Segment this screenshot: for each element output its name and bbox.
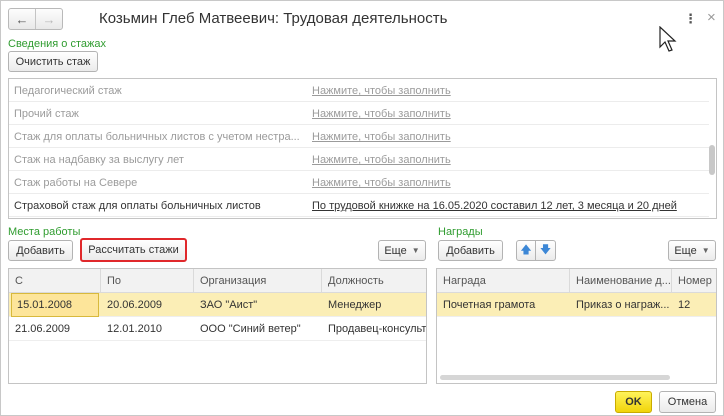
awards-table: Награда Наименование д... Номер Почетная… <box>436 268 717 384</box>
move-up-icon[interactable]: 🡅 <box>516 240 536 261</box>
more-label: Еще <box>674 244 697 257</box>
more-menu-icon[interactable]: ⋮ <box>684 11 697 27</box>
dropdown-caret-icon: ▼ <box>411 246 420 255</box>
cell-document-name[interactable]: Приказ о награж... <box>570 293 672 317</box>
cancel-button[interactable]: Отмена <box>659 391 716 413</box>
cell-from[interactable]: 15.01.2008 <box>11 293 99 317</box>
stazh-row[interactable]: Страховой стаж для оплаты больничных лис… <box>9 194 709 217</box>
stazh-row[interactable]: Педагогический стаж Нажмите, чтобы запол… <box>9 79 709 102</box>
stazh-row[interactable]: Стаж на надбавку за выслугу лет Нажмите,… <box>9 148 709 171</box>
cell-to[interactable]: 12.01.2010 <box>101 317 194 341</box>
work-places-header: С По Организация Должность <box>9 269 426 293</box>
stazh-row[interactable]: Прочий стаж Нажмите, чтобы заполнить <box>9 102 709 125</box>
cell-award[interactable]: Почетная грамота <box>437 293 570 317</box>
mouse-cursor-icon <box>659 26 677 52</box>
stazh-row-label: Страховой стаж для оплаты больничных лис… <box>14 200 261 212</box>
stazh-section-label: Сведения о стажах <box>8 38 106 50</box>
cell-organization[interactable]: ООО "Синий ветер" <box>194 317 322 341</box>
stazh-row-link[interactable]: Нажмите, чтобы заполнить <box>312 108 451 120</box>
calculate-stazh-button[interactable]: Рассчитать стажи <box>80 238 187 262</box>
dialog-window: ← → Козьмин Глеб Матвеевич: Трудовая дея… <box>0 0 724 416</box>
nav-buttons: ← → <box>8 8 63 30</box>
clear-stazh-button[interactable]: Очистить стаж <box>8 51 98 72</box>
cell-to[interactable]: 20.06.2009 <box>101 293 194 317</box>
window-title: Козьмин Глеб Матвеевич: Трудовая деятель… <box>99 10 448 27</box>
stazh-row-label: Стаж для оплаты больничных листов с учет… <box>14 131 300 143</box>
ok-button[interactable]: OK <box>615 391 652 413</box>
cell-position[interactable]: Менеджер <box>322 293 426 317</box>
add-award-button[interactable]: Добавить <box>438 240 503 261</box>
stazh-row-link[interactable]: Нажмите, чтобы заполнить <box>312 177 451 189</box>
cell-organization[interactable]: ЗАО "Аист" <box>194 293 322 317</box>
cell-from[interactable]: 21.06.2009 <box>9 317 101 341</box>
awards-label: Награды <box>438 226 483 238</box>
table-row[interactable]: Почетная грамота Приказ о награж... 12 <box>437 293 716 317</box>
stazh-row-label: Прочий стаж <box>14 108 79 120</box>
dropdown-caret-icon: ▼ <box>701 246 710 255</box>
stazh-row-label: Педагогический стаж <box>14 85 122 97</box>
work-places-more-button[interactable]: Еще ▼ <box>378 240 426 261</box>
stazh-row-link[interactable]: Нажмите, чтобы заполнить <box>312 154 451 166</box>
stazh-row[interactable]: Стаж для оплаты больничных листов с учет… <box>9 125 709 148</box>
move-down-icon[interactable]: 🡇 <box>536 240 556 261</box>
stazh-row-link[interactable]: Нажмите, чтобы заполнить <box>312 85 451 97</box>
awards-horizontal-scrollbar[interactable] <box>438 374 716 381</box>
work-places-label: Места работы <box>8 226 81 238</box>
column-header-from[interactable]: С <box>9 269 101 293</box>
back-arrow-icon[interactable]: ← <box>9 9 35 29</box>
more-label: Еще <box>384 244 407 257</box>
table-row[interactable]: 21.06.2009 12.01.2010 ООО "Синий ветер" … <box>9 317 426 341</box>
forward-arrow-icon[interactable]: → <box>35 9 62 29</box>
column-header-number[interactable]: Номер <box>672 269 716 293</box>
awards-more-button[interactable]: Еще ▼ <box>668 240 716 261</box>
table-row[interactable]: 15.01.2008 20.06.2009 ЗАО "Аист" Менедже… <box>9 293 426 317</box>
column-header-award[interactable]: Награда <box>437 269 570 293</box>
stazh-row-label: Стаж работы на Севере <box>14 177 138 189</box>
add-work-place-button[interactable]: Добавить <box>8 240 73 261</box>
close-icon[interactable]: × <box>707 9 716 26</box>
awards-header: Награда Наименование д... Номер <box>437 269 716 293</box>
stazh-list: Педагогический стаж Нажмите, чтобы запол… <box>8 78 717 219</box>
column-header-to[interactable]: По <box>101 269 194 293</box>
work-places-table: С По Организация Должность 15.01.2008 20… <box>8 268 427 384</box>
column-header-position[interactable]: Должность <box>322 269 426 293</box>
stazh-row-link[interactable]: По трудовой книжке на 16.05.2020 состави… <box>312 200 677 212</box>
stazh-row-link[interactable]: Нажмите, чтобы заполнить <box>312 131 451 143</box>
column-header-document-name[interactable]: Наименование д... <box>570 269 672 293</box>
cell-number[interactable]: 12 <box>672 293 716 317</box>
cell-position[interactable]: Продавец-консультант <box>322 317 426 341</box>
stazh-row[interactable]: Стаж работы на Севере Нажмите, чтобы зап… <box>9 171 709 194</box>
stazh-row-label: Стаж на надбавку за выслугу лет <box>14 154 184 166</box>
stazh-list-scrollbar[interactable] <box>709 81 715 216</box>
column-header-organization[interactable]: Организация <box>194 269 322 293</box>
move-buttons: 🡅 🡇 <box>516 240 556 261</box>
